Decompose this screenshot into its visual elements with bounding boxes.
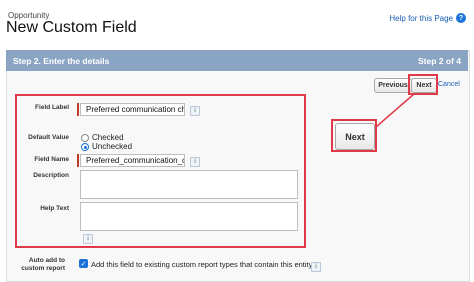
auto-add-checkbox[interactable]: ✓ (79, 259, 88, 268)
cancel-link[interactable]: Cancel (438, 81, 460, 88)
next-callout-button[interactable]: Next (335, 123, 375, 150)
help-link[interactable]: Help for this Page ? (389, 13, 466, 23)
step-counter: Step 2 of 4 (418, 56, 461, 66)
auto-add-label: Auto add to custom report (5, 257, 65, 273)
info-icon[interactable]: i (311, 262, 321, 272)
help-icon[interactable]: ? (456, 13, 466, 23)
auto-add-label-line1: Auto add to (28, 257, 65, 264)
step-title: Step 2. Enter the details (13, 56, 110, 66)
help-link-label[interactable]: Help for this Page (389, 14, 453, 23)
previous-button[interactable]: Previous (374, 78, 412, 93)
fields-highlight (15, 94, 306, 248)
auto-add-text: Add this field to existing custom report… (91, 260, 313, 269)
page-title: New Custom Field (6, 19, 137, 36)
callout-connector (375, 93, 415, 128)
auto-add-label-line2: custom report (21, 265, 65, 272)
step-header: Step 2. Enter the details Step 2 of 4 (6, 50, 468, 71)
